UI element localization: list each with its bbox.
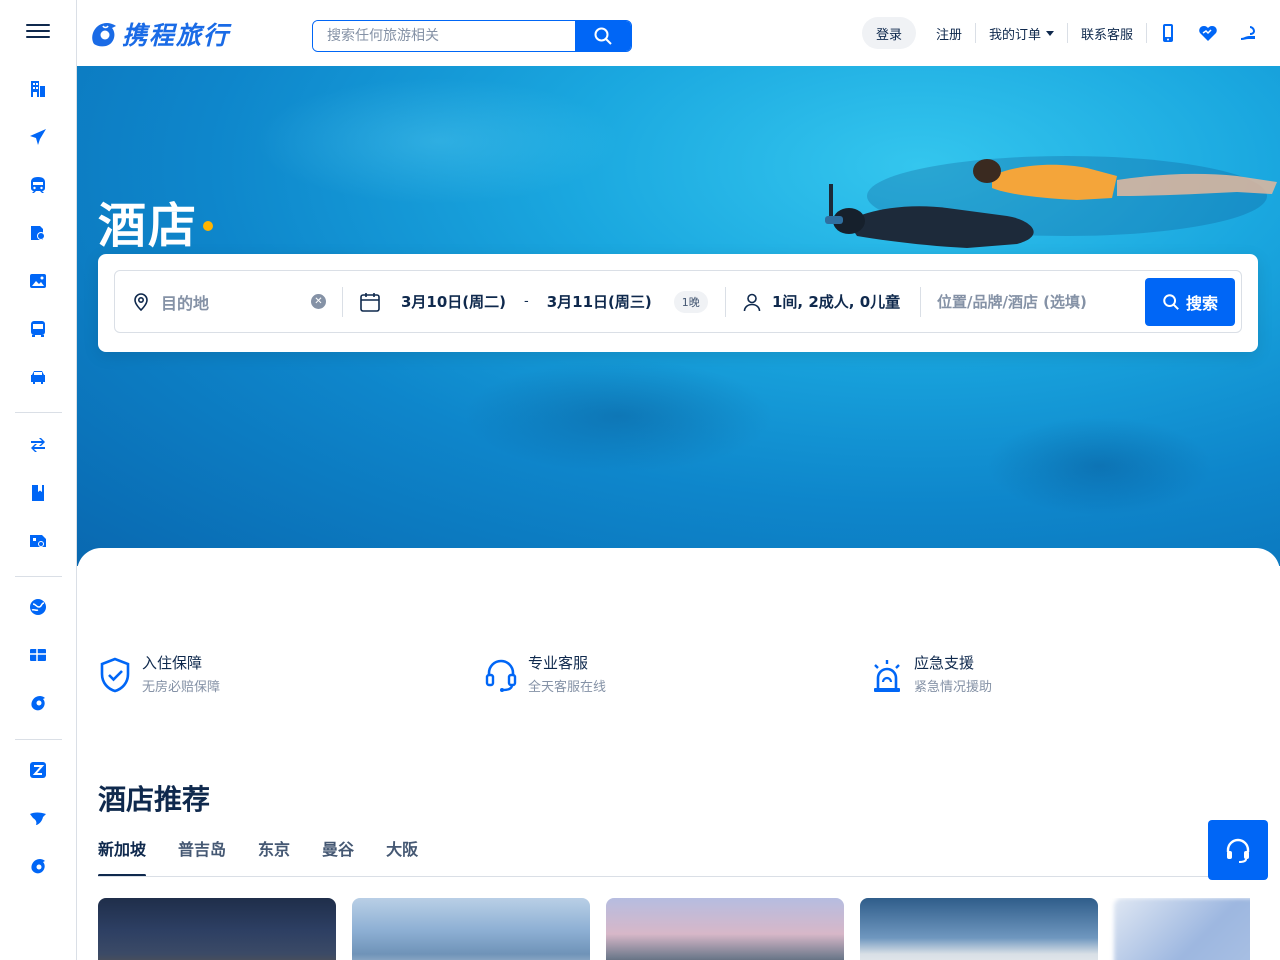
attraction-icon[interactable] — [27, 270, 49, 292]
guide-icon[interactable] — [27, 482, 49, 504]
section-title: 酒店推荐 — [98, 783, 211, 816]
mobile-app-icon[interactable] — [1148, 21, 1188, 45]
nights-badge: 1晚 — [673, 290, 708, 313]
bus-icon[interactable] — [27, 318, 49, 340]
checkin-date: 3月10日(周二) — [401, 293, 507, 311]
guests-value: 1间, 2成人, 0儿童 — [772, 293, 901, 311]
keyword-placeholder: 位置/品牌/酒店 (选填) — [937, 293, 1087, 311]
z-icon[interactable] — [27, 759, 49, 781]
calendar-icon — [360, 292, 380, 312]
headset-icon — [1226, 838, 1250, 863]
location-pin-icon — [134, 292, 148, 311]
dolphin-icon[interactable] — [27, 692, 49, 714]
flight-icon[interactable] — [27, 126, 49, 148]
title-accent-dot — [203, 221, 213, 231]
search-icon — [1163, 293, 1179, 310]
dolphin-logo-icon — [92, 23, 116, 47]
shield-check-icon — [100, 657, 130, 693]
menu-icon[interactable] — [26, 20, 50, 40]
global-icon[interactable] — [27, 596, 49, 618]
destination-placeholder: 目的地 — [161, 293, 210, 313]
person-icon — [743, 293, 761, 311]
hotel-card-image[interactable] — [1114, 898, 1250, 960]
caret-down-icon — [1045, 30, 1054, 36]
exchange-icon[interactable] — [27, 434, 49, 456]
nav-divider — [974, 23, 976, 43]
search-icon — [594, 27, 612, 45]
date-range-field[interactable]: 3月10日(周二) - 3月11日(周三) 1晚 — [343, 271, 725, 332]
hotel-card-image[interactable] — [860, 898, 1098, 960]
global-search — [312, 20, 632, 52]
hotel-card-image[interactable] — [606, 898, 844, 960]
guarantee-desc: 紧急情况援助 — [914, 680, 993, 695]
nav-divider — [1066, 23, 1068, 43]
sidebar-divider — [15, 412, 62, 413]
header: 携程旅行 登录 注册 我的订单 联系客服 — [77, 0, 1280, 66]
hotel-card-image[interactable] — [352, 898, 590, 960]
date-separator: - — [524, 294, 529, 309]
keyword-field[interactable]: 位置/品牌/酒店 (选填) — [921, 271, 1145, 332]
clear-icon[interactable]: ✕ — [311, 294, 326, 309]
login-button[interactable]: 登录 — [861, 17, 916, 49]
checkout-date: 3月11日(周三) — [546, 293, 652, 311]
guarantee-title: 应急支援 — [914, 654, 975, 672]
contact-service-link[interactable]: 联系客服 — [1069, 23, 1145, 43]
nav-divider — [1146, 23, 1147, 43]
gift-card-icon[interactable] — [27, 644, 49, 666]
my-orders-dropdown[interactable]: 我的订单 — [977, 23, 1066, 43]
cruise-icon[interactable] — [27, 530, 49, 552]
hotel-card-list — [98, 898, 1250, 960]
tab-singapore[interactable]: 新加坡 — [98, 836, 147, 877]
heart-hands-icon[interactable] — [1188, 21, 1228, 45]
guarantee-checkin: 入住保障 无房必赔保障 — [98, 652, 220, 699]
customer-service-float-button[interactable] — [1208, 820, 1268, 880]
guarantee-desc: 无房必赔保障 — [142, 680, 221, 695]
guests-field[interactable]: 1间, 2成人, 0儿童 — [726, 271, 920, 332]
hotel-search-button[interactable]: 搜索 — [1145, 277, 1235, 326]
trip-icon[interactable] — [27, 855, 49, 877]
tabs-underline — [98, 876, 1250, 877]
search-button[interactable] — [575, 21, 631, 51]
city-tabs: 新加坡 普吉岛 东京 曼谷 大阪 — [98, 836, 450, 877]
headset-icon — [485, 659, 517, 692]
alarm-light-icon — [874, 660, 900, 692]
page-title: 酒店 — [98, 198, 199, 254]
sidebar-divider — [15, 576, 62, 577]
guarantee-emergency: 应急支援 紧急情况援助 — [870, 652, 992, 699]
handshake-icon[interactable] — [1228, 21, 1268, 45]
hotel-search-card: 目的地 ✕ 3月10日(周二) - 3月11日(周三) 1晚 1间, 2成人, … — [98, 254, 1258, 352]
logo[interactable]: 携程旅行 — [88, 16, 230, 52]
car-icon[interactable] — [27, 366, 49, 388]
hero-image — [825, 156, 1277, 248]
sidebar — [0, 0, 77, 960]
guarantee-desc: 全天客服在线 — [528, 680, 607, 695]
search-button-label: 搜索 — [1185, 293, 1218, 313]
guarantee-title: 入住保障 — [142, 654, 203, 672]
tab-bangkok[interactable]: 曼谷 — [322, 836, 354, 877]
guarantee-title: 专业客服 — [528, 654, 589, 672]
guarantee-service: 专业客服 全天客服在线 — [484, 652, 606, 699]
tour-icon[interactable] — [27, 222, 49, 244]
register-link[interactable]: 注册 — [924, 23, 974, 43]
tab-phuket[interactable]: 普吉岛 — [178, 836, 226, 877]
my-orders-label: 我的订单 — [988, 27, 1041, 43]
sidebar-divider — [15, 739, 62, 740]
destination-field[interactable]: 目的地 ✕ — [115, 271, 342, 332]
tab-osaka[interactable]: 大阪 — [386, 836, 418, 877]
tab-tokyo[interactable]: 东京 — [258, 836, 290, 877]
brand-name: 携程旅行 — [122, 21, 231, 50]
search-form: 目的地 ✕ 3月10日(周二) - 3月11日(周三) 1晚 1间, 2成人, … — [114, 270, 1242, 333]
hotel-icon[interactable] — [27, 78, 49, 100]
search-input[interactable] — [313, 21, 575, 51]
hotel-card-image[interactable] — [98, 898, 336, 960]
train-icon[interactable] — [27, 174, 49, 196]
top-nav: 登录 注册 我的订单 联系客服 — [861, 0, 1280, 66]
bird-icon[interactable] — [27, 807, 49, 829]
